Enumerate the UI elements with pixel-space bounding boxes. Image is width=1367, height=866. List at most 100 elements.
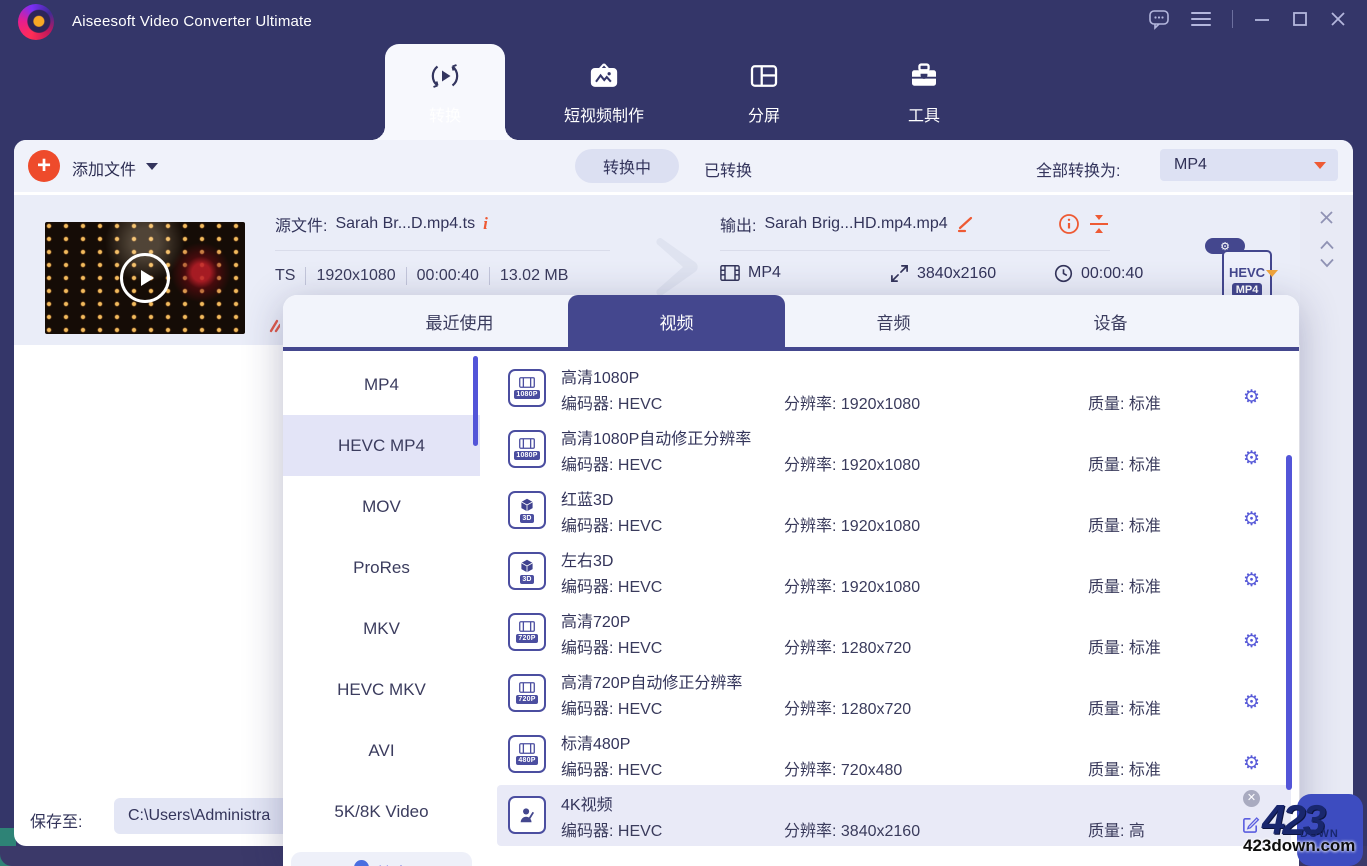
rename-icon[interactable] xyxy=(956,214,976,234)
output-duration-value: 00:00:40 xyxy=(1081,265,1143,283)
sidebar-item-hevc-mkv[interactable]: HEVC MKV xyxy=(283,659,480,720)
tabs-underline xyxy=(283,347,1299,351)
preset-row[interactable]: 1080P 高清1080P 编码器: HEVC 分辨率: 1920x1080 质… xyxy=(497,358,1291,419)
play-overlay[interactable] xyxy=(45,222,245,334)
save-to-label: 保存至: xyxy=(30,808,82,832)
output-resolution: 3840x2160 xyxy=(890,264,996,283)
tv-icon xyxy=(588,60,620,92)
remove-file-icon[interactable] xyxy=(1319,210,1334,225)
sidebar-search[interactable]: 搜索 xyxy=(291,852,472,866)
output-file-line: 输出: Sarah Brig...HD.mp4.mp4 xyxy=(720,212,1110,236)
menu-icon[interactable] xyxy=(1190,10,1212,28)
preset-title: 高清1080P自动修正分辨率 xyxy=(561,425,751,449)
list-gutter xyxy=(1300,195,1353,866)
add-file-dropdown-icon[interactable] xyxy=(146,163,158,170)
tab-convert-label: 转换 xyxy=(429,102,461,126)
tab-tools[interactable]: 工具 xyxy=(874,60,974,126)
preset-custom-icon xyxy=(508,796,546,834)
convert-all-label: 全部转换为: xyxy=(1036,157,1120,181)
move-up-icon[interactable] xyxy=(1319,240,1335,250)
merge-icon[interactable] xyxy=(1088,213,1110,235)
tab-device[interactable]: 设备 xyxy=(1002,295,1219,347)
output-info-icon[interactable] xyxy=(1058,213,1080,235)
add-file-button[interactable]: + xyxy=(28,150,60,182)
preset-title: 红蓝3D xyxy=(561,486,613,510)
output-resolution-value: 3840x2160 xyxy=(917,265,996,283)
convert-icon xyxy=(429,60,461,92)
preset-title: 左右3D xyxy=(561,547,613,571)
sidebar-item-prores[interactable]: ProRes xyxy=(283,537,480,598)
output-duration: 00:00:40 xyxy=(1054,264,1143,283)
preset-row[interactable]: 1080P 高清1080P自动修正分辨率 编码器: HEVC 分辨率: 1920… xyxy=(497,419,1291,480)
maximize-icon[interactable] xyxy=(1291,10,1309,28)
preset-settings-icon[interactable]: ⚙ xyxy=(1243,386,1260,409)
meta-format: TS xyxy=(275,267,305,285)
source-filename: Sarah Br...D.mp4.ts xyxy=(335,215,475,233)
sidebar-item-avi[interactable]: AVI xyxy=(283,720,480,781)
delete-preset-icon[interactable]: ✕ xyxy=(1243,790,1260,807)
preset-title: 标清480P xyxy=(561,730,630,754)
tab-convert[interactable]: 转换 xyxy=(385,60,505,126)
sidebar-item-mkv[interactable]: MKV xyxy=(283,598,480,659)
tab-recent[interactable]: 最近使用 xyxy=(351,295,568,347)
sidebar-item-5k8k[interactable]: 5K/8K Video xyxy=(283,781,480,842)
tab-short-video-label: 短视频制作 xyxy=(564,102,644,126)
list-scrollbar[interactable] xyxy=(1286,455,1292,790)
divider xyxy=(275,250,610,251)
search-icon xyxy=(354,860,369,866)
move-down-icon[interactable] xyxy=(1319,258,1335,268)
toolbar: + 添加文件 转换中 已转换 全部转换为: MP4 xyxy=(14,140,1353,192)
app-logo-icon xyxy=(18,4,54,40)
tab-video[interactable]: 视频 xyxy=(568,295,785,347)
expand-icon xyxy=(890,264,909,283)
preset-3d-icon: 3D xyxy=(508,552,546,590)
preset-row[interactable]: 720P 高清720P 编码器: HEVC 分辨率: 1280x720 质量: … xyxy=(497,602,1291,663)
sidebar-item-mp4[interactable]: MP4 xyxy=(283,354,480,415)
tab-audio[interactable]: 音频 xyxy=(785,295,1002,347)
edit-preset-icon[interactable] xyxy=(1241,815,1260,834)
preset-settings-icon[interactable]: ⚙ xyxy=(1243,691,1260,714)
app-window: Aiseesoft Video Converter Ultimate xyxy=(0,0,1367,866)
clock-icon xyxy=(1054,264,1073,283)
feedback-icon[interactable] xyxy=(1148,8,1170,30)
preset-row-selected[interactable]: 4K视频 编码器: HEVC 分辨率: 3840x2160 质量: 高 ✕ xyxy=(497,785,1291,846)
tab-short-video[interactable]: 短视频制作 xyxy=(539,60,669,126)
output-format: MP4 xyxy=(720,264,781,282)
preset-row[interactable]: 480P 标清480P 编码器: HEVC 分辨率: 720x480 质量: 标… xyxy=(497,724,1291,785)
preset-title: 高清720P xyxy=(561,608,630,632)
preset-settings-icon[interactable]: ⚙ xyxy=(1243,630,1260,653)
add-file-label[interactable]: 添加文件 xyxy=(72,156,136,180)
clipped-edit-icon xyxy=(268,318,280,334)
preset-settings-icon[interactable]: ⚙ xyxy=(1243,447,1260,470)
format-dropdown-icon[interactable] xyxy=(1266,270,1278,277)
preset-row[interactable]: 3D 左右3D 编码器: HEVC 分辨率: 1920x1080 质量: 标准 … xyxy=(497,541,1291,602)
tab-split-screen[interactable]: 分屏 xyxy=(714,60,814,126)
preset-settings-icon[interactable]: ⚙ xyxy=(1243,752,1260,775)
preset-settings-icon[interactable]: ⚙ xyxy=(1243,508,1260,531)
filmstrip-icon xyxy=(720,264,740,282)
tab-split-screen-label: 分屏 xyxy=(748,102,780,126)
source-label: 源文件: xyxy=(275,212,327,236)
convert-all-dropdown[interactable]: MP4 xyxy=(1160,149,1338,181)
sidebar-search-label: 搜索 xyxy=(377,860,409,866)
preset-title: 高清720P自动修正分辨率 xyxy=(561,669,742,693)
minimize-icon[interactable] xyxy=(1253,10,1271,28)
sidebar-scrollbar[interactable] xyxy=(473,356,478,446)
source-meta: TS 1920x1080 00:00:40 13.02 MB xyxy=(275,267,578,285)
tab-fillet xyxy=(371,126,385,140)
source-file-line: 源文件: Sarah Br...D.mp4.ts i xyxy=(275,212,488,236)
info-icon[interactable]: i xyxy=(483,214,488,234)
titlebar-controls xyxy=(1148,8,1347,30)
sidebar-item-hevc-mp4[interactable]: HEVC MP4 xyxy=(283,415,480,476)
toolbox-icon xyxy=(908,60,940,92)
tab-fillet xyxy=(505,126,519,140)
tab-converted[interactable]: 已转换 xyxy=(704,157,752,181)
close-icon[interactable] xyxy=(1329,10,1347,28)
preset-settings-icon[interactable]: ⚙ xyxy=(1243,569,1260,592)
preset-row[interactable]: 3D 红蓝3D 编码器: HEVC 分辨率: 1920x1080 质量: 标准 … xyxy=(497,480,1291,541)
preset-480p-icon: 480P xyxy=(508,735,546,773)
preset-row[interactable]: 720P 高清720P自动修正分辨率 编码器: HEVC 分辨率: 1280x7… xyxy=(497,663,1291,724)
preset-3d-icon: 3D xyxy=(508,491,546,529)
tab-converting[interactable]: 转换中 xyxy=(575,149,679,183)
sidebar-item-mov[interactable]: MOV xyxy=(283,476,480,537)
